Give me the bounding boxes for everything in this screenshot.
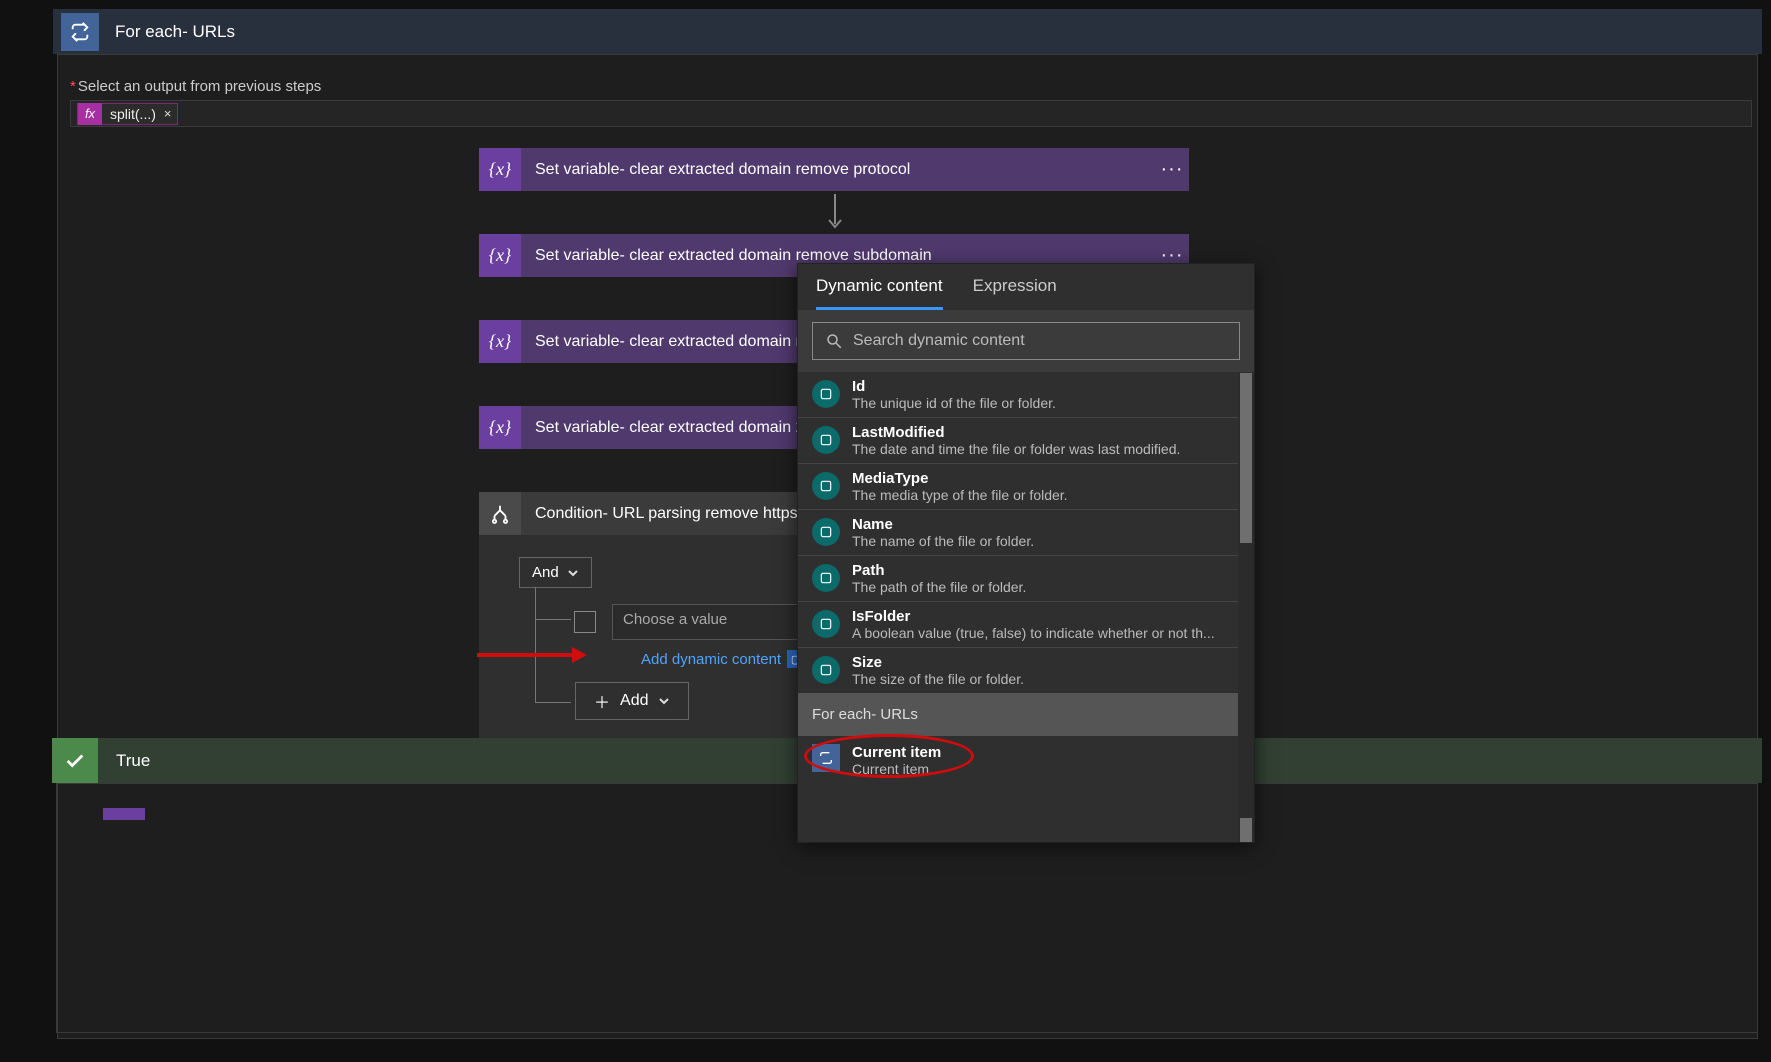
dc-item-current-item[interactable]: Current itemCurrent item — [798, 736, 1254, 789]
add-label: Add — [620, 692, 648, 710]
dc-item-desc: The size of the file or folder. — [852, 671, 1024, 687]
connector-line — [535, 702, 571, 703]
dynamic-content-list: IdThe unique id of the file or folder. L… — [798, 372, 1254, 842]
expression-chip[interactable]: fx split(...) × — [77, 103, 178, 125]
dc-item-desc: A boolean value (true, false) to indicat… — [852, 625, 1215, 641]
variable-icon: {x} — [479, 406, 521, 449]
close-icon[interactable]: × — [164, 106, 172, 121]
chevron-down-icon — [567, 567, 579, 579]
dc-item-isfolder[interactable]: IsFolderA boolean value (true, false) to… — [798, 601, 1254, 647]
dc-item-name-field[interactable]: NameThe name of the file or folder. — [798, 509, 1254, 555]
dc-item-name: LastModified — [852, 424, 1180, 441]
dc-item-name: Path — [852, 562, 1026, 579]
search-placeholder: Search dynamic content — [853, 332, 1025, 350]
dc-item-name: Current item — [852, 744, 941, 761]
annotation-arrow — [477, 645, 587, 669]
connector-icon — [812, 380, 840, 408]
dc-item-lastmodified[interactable]: LastModifiedThe date and time the file o… — [798, 417, 1254, 463]
connector-icon — [812, 472, 840, 500]
loop-icon — [61, 13, 99, 51]
dc-item-desc: The unique id of the file or folder. — [852, 395, 1056, 411]
action-title: Set variable- clear extracted domain 2 — [521, 419, 798, 437]
dc-item-name: Size — [852, 654, 1024, 671]
dc-section-foreach: For each- URLs — [798, 693, 1254, 736]
and-operator-dropdown[interactable]: And — [519, 557, 592, 588]
dc-item-desc: The name of the file or folder. — [852, 533, 1034, 549]
check-icon — [52, 738, 98, 783]
dc-item-path[interactable]: PathThe path of the file or folder. — [798, 555, 1254, 601]
dc-item-mediatype[interactable]: MediaTypeThe media type of the file or f… — [798, 463, 1254, 509]
tab-expression[interactable]: Expression — [973, 276, 1057, 310]
dc-item-desc: The date and time the file or folder was… — [852, 441, 1180, 457]
dc-item-desc: Current item — [852, 761, 941, 777]
fx-icon: fx — [78, 103, 102, 125]
and-label: And — [532, 564, 559, 581]
condition-icon — [479, 492, 521, 535]
foreach-title: For each- URLs — [115, 22, 235, 42]
dc-item-size[interactable]: SizeThe size of the file or folder. — [798, 647, 1254, 693]
connector-icon — [812, 564, 840, 592]
flow-arrow-icon — [826, 194, 844, 238]
scrollbar-thumb[interactable] — [1240, 373, 1252, 543]
plus-icon: ＋ — [594, 689, 610, 713]
connector-icon — [812, 610, 840, 638]
true-label: True — [116, 751, 150, 771]
action-set-variable-1[interactable]: {x} Set variable- clear extracted domain… — [479, 148, 1189, 191]
dc-item-name: IsFolder — [852, 608, 1215, 625]
action-title: Set variable- clear extracted domain rem… — [521, 161, 1155, 179]
action-set-variable-4[interactable]: {x} Set variable- clear extracted domain… — [479, 406, 798, 449]
dc-item-name: Name — [852, 516, 1034, 533]
dynamic-content-panel: Dynamic content Expression Search dynami… — [797, 263, 1255, 843]
add-rule-button[interactable]: ＋ Add — [575, 682, 689, 720]
action-title: Set variable- clear extracted domain r — [521, 333, 798, 351]
variable-icon: {x} — [479, 148, 521, 191]
connector-line — [535, 619, 571, 620]
dc-item-id[interactable]: IdThe unique id of the file or folder. — [798, 372, 1254, 417]
connector-icon — [812, 426, 840, 454]
action-menu-button[interactable]: ··· — [1155, 158, 1189, 181]
action-title: Set variable- clear extracted domain rem… — [521, 247, 1155, 265]
dc-item-name: MediaType — [852, 470, 1068, 487]
dc-item-name: Id — [852, 378, 1056, 395]
output-from-previous-input[interactable]: fx split(...) × — [70, 100, 1752, 127]
dc-item-desc: The media type of the file or folder. — [852, 487, 1068, 503]
output-label: *Select an output from previous steps — [70, 78, 321, 95]
variable-icon: {x} — [479, 234, 521, 277]
variable-icon: {x} — [479, 320, 521, 363]
connector-icon — [812, 518, 840, 546]
scrollbar-thumb[interactable] — [1240, 818, 1252, 842]
loop-icon — [812, 744, 840, 772]
expression-chip-text: split(...) — [110, 106, 156, 122]
rule-handle[interactable] — [574, 611, 596, 633]
foreach-header[interactable]: For each- URLs — [53, 9, 1762, 54]
condition-title: Condition- URL parsing remove https — [521, 505, 798, 523]
connector-icon — [812, 656, 840, 684]
choose-value-input[interactable]: Choose a value — [612, 604, 802, 640]
tab-dynamic-content[interactable]: Dynamic content — [816, 276, 943, 310]
search-icon — [825, 332, 843, 350]
search-input[interactable]: Search dynamic content — [812, 322, 1240, 360]
dc-item-desc: The path of the file or folder. — [852, 579, 1026, 595]
action-set-variable-3[interactable]: {x} Set variable- clear extracted domain… — [479, 320, 798, 363]
add-dynamic-label: Add dynamic content — [641, 651, 781, 668]
action-peek — [103, 808, 145, 820]
scrollbar[interactable] — [1238, 373, 1254, 842]
chevron-down-icon — [658, 695, 670, 707]
